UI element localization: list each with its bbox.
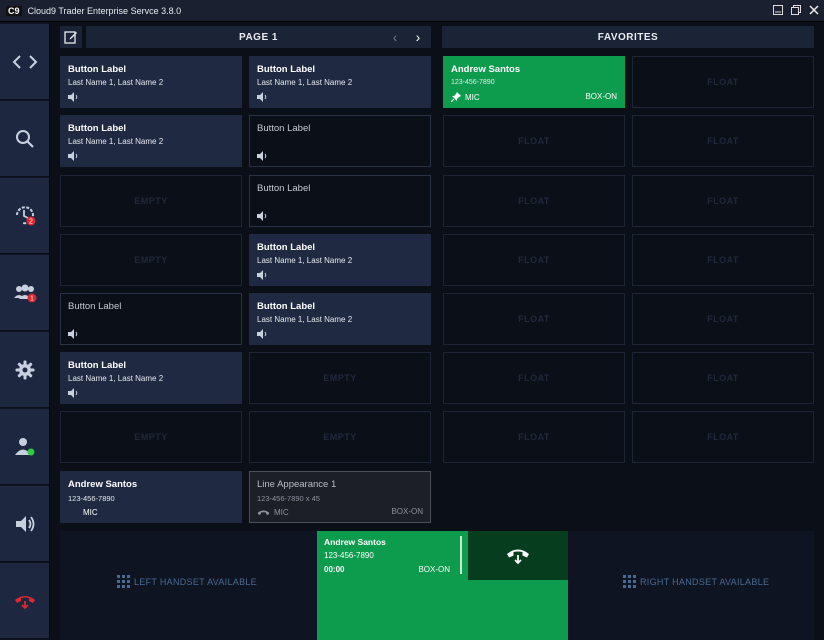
release-call-button[interactable]: [468, 531, 568, 580]
caller-name: Andrew Santos: [324, 537, 386, 547]
speed-dial-button[interactable]: Button Label Last Name 1, Last Name 2: [249, 293, 431, 345]
contacts-icon: 1: [13, 284, 36, 302]
hangup-icon: [507, 549, 529, 564]
next-page-button[interactable]: ›: [409, 26, 427, 48]
gear-icon: [15, 360, 34, 379]
float-slot[interactable]: FLOAT: [632, 411, 814, 463]
history-badge: 2: [29, 218, 33, 225]
empty-slot[interactable]: EMPTY: [60, 175, 242, 227]
float-slot[interactable]: FLOAT: [632, 234, 814, 286]
speed-dial-button[interactable]: Button Label: [249, 175, 431, 227]
right-handset-status: RIGHT HANDSET AVAILABLE: [623, 575, 769, 588]
speaker-icon: [257, 211, 267, 221]
speaker-icon: [68, 329, 78, 339]
restore-icon[interactable]: [790, 3, 802, 17]
favorite-contact[interactable]: Andrew Santos 123-456-7890 MIC BOX-ON: [443, 56, 625, 108]
grid-icon: [117, 575, 130, 588]
float-slot[interactable]: FLOAT: [443, 293, 625, 345]
active-call[interactable]: Andrew Santos 123-456-7890 00:00 BOX-ON: [317, 531, 468, 580]
speed-dial-button[interactable]: Button Label Last Name 1, Last Name 2: [249, 56, 431, 108]
sidebar-item-settings[interactable]: [0, 332, 49, 408]
volume-bar[interactable]: [460, 536, 462, 574]
chevron-right-icon: ›: [415, 29, 421, 45]
float-slot[interactable]: FLOAT: [632, 175, 814, 227]
line-appearance-1[interactable]: Line Appearance 1 123-456-7890 x 45 MIC …: [249, 471, 431, 523]
box-status: BOX-ON: [418, 565, 450, 574]
caller-number: 123-456-7890: [324, 551, 374, 560]
prev-page-button[interactable]: ‹: [386, 26, 404, 48]
sidebar-item-user-status[interactable]: [0, 409, 49, 485]
speaker-icon: [257, 92, 267, 102]
sidebar-item-search[interactable]: [0, 101, 49, 177]
sidebar-item-code[interactable]: [0, 24, 49, 100]
favorites-title: FAVORITES: [597, 31, 659, 43]
contacts-badge: 1: [30, 295, 34, 302]
speed-dial-button[interactable]: Button Label: [249, 115, 431, 167]
float-slot[interactable]: FLOAT: [632, 115, 814, 167]
speaker-icon: [257, 270, 267, 280]
code-brackets-icon: [12, 54, 37, 69]
speed-dial-button[interactable]: Button Label Last Name 1, Last Name 2: [249, 234, 431, 286]
sidebar-item-hangup[interactable]: [0, 563, 49, 639]
float-slot[interactable]: FLOAT: [632, 56, 814, 108]
edit-button[interactable]: [60, 26, 82, 48]
speed-dial-button[interactable]: Button Label Last Name 1, Last Name 2: [60, 352, 242, 404]
chevron-left-icon: ‹: [392, 29, 398, 45]
speed-dial-button[interactable]: Button Label: [60, 293, 242, 345]
speed-dial-button[interactable]: Button Label Last Name 1, Last Name 2: [60, 56, 242, 108]
call-timer: 00:00: [324, 565, 345, 574]
handset-icon: [257, 510, 270, 515]
sidebar-item-contacts[interactable]: 1: [0, 255, 49, 331]
speaker-icon: [15, 515, 34, 532]
float-slot[interactable]: FLOAT: [632, 293, 814, 345]
speaker-icon: [257, 329, 267, 339]
window-controls: [772, 3, 820, 17]
speaker-icon: [68, 92, 78, 102]
title-bar: C9 Cloud9 Trader Enterprise Servce 3.8.0: [0, 0, 824, 22]
box-status: BOX-ON: [585, 92, 617, 101]
close-icon[interactable]: [808, 3, 820, 17]
float-slot[interactable]: FLOAT: [443, 234, 625, 286]
left-handset-status: LEFT HANDSET AVAILABLE: [117, 575, 257, 588]
window-title: Cloud9 Trader Enterprise Servce 3.8.0: [27, 5, 182, 16]
float-slot[interactable]: FLOAT: [632, 352, 814, 404]
pin-icon: [451, 92, 461, 102]
hangup-icon: [14, 595, 35, 609]
speaker-icon: [68, 388, 78, 398]
speed-dial-button[interactable]: Button Label Last Name 1, Last Name 2: [60, 115, 242, 167]
empty-slot[interactable]: EMPTY: [249, 411, 431, 463]
empty-slot[interactable]: EMPTY: [60, 234, 242, 286]
grid-icon: [623, 575, 636, 588]
empty-slot[interactable]: EMPTY: [249, 352, 431, 404]
edit-icon: [64, 31, 77, 44]
user-status-icon: [14, 437, 34, 455]
speaker-icon: [68, 151, 78, 161]
app-logo: C9: [6, 5, 22, 16]
float-slot[interactable]: FLOAT: [443, 115, 625, 167]
float-slot[interactable]: FLOAT: [443, 411, 625, 463]
page-title: PAGE 1: [239, 31, 278, 43]
mic-label: MIC: [465, 92, 480, 102]
mic-label: MIC: [83, 508, 98, 517]
float-slot[interactable]: FLOAT: [443, 352, 625, 404]
history-icon: 2: [15, 205, 35, 225]
line-appearance-left[interactable]: Andrew Santos 123-456-7890 MIC: [60, 471, 242, 523]
sidebar: 2 1: [0, 22, 50, 640]
sidebar-item-history[interactable]: 2: [0, 178, 49, 254]
favorites-header: FAVORITES: [442, 26, 814, 48]
search-icon: [15, 129, 34, 148]
minimize-icon[interactable]: [772, 3, 784, 17]
float-slot[interactable]: FLOAT: [443, 175, 625, 227]
page-header: PAGE 1: [86, 26, 431, 48]
empty-slot[interactable]: EMPTY: [60, 411, 242, 463]
sidebar-item-speaker[interactable]: [0, 486, 49, 562]
box-status: BOX-ON: [391, 507, 423, 516]
call-panel: [317, 580, 568, 640]
speaker-icon: [257, 151, 267, 161]
